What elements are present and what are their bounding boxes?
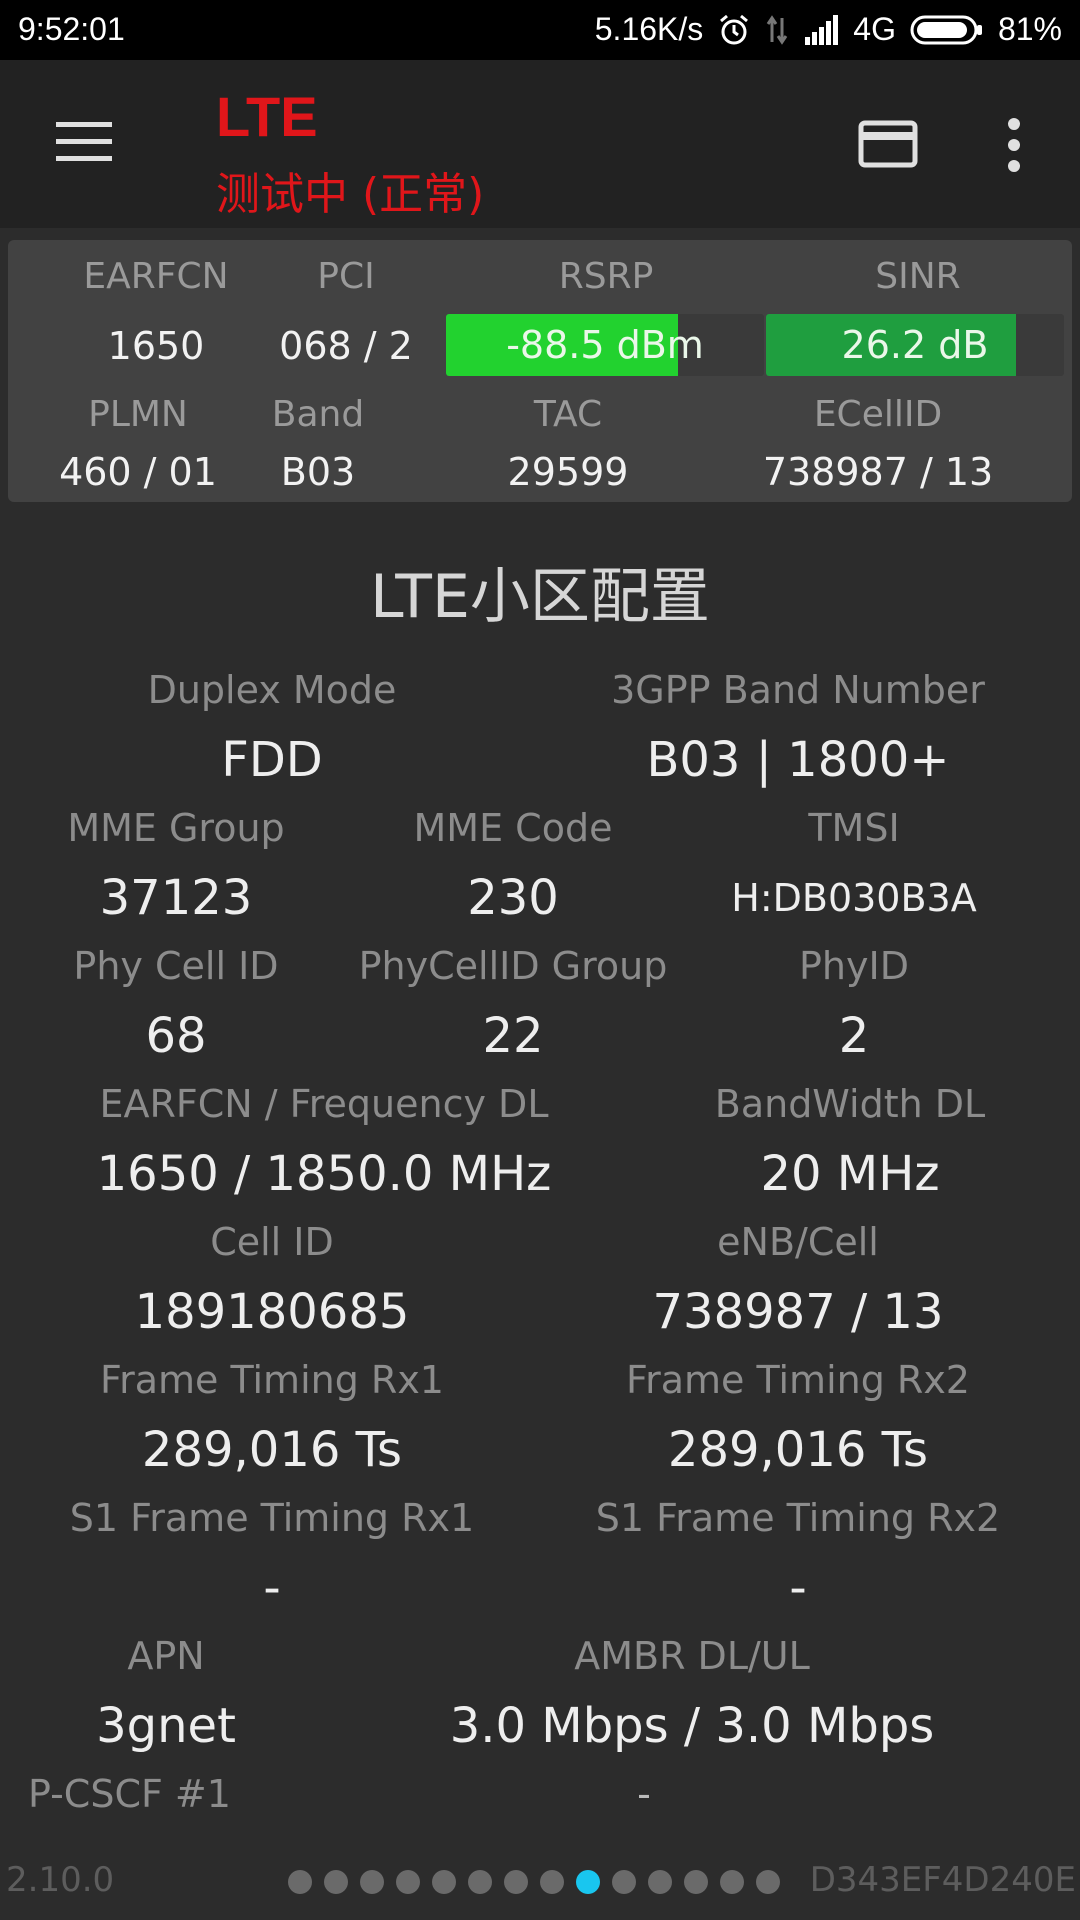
page-dot[interactable] (324, 1870, 348, 1894)
pci-value: 068 / 2 (279, 324, 413, 368)
phycellid-group-label: PhyCellID Group (358, 944, 668, 988)
net-speed: 5.16K/s (594, 11, 704, 47)
cell-id-label: Cell ID (210, 1220, 334, 1264)
s1-frame-timing-rx1-label: S1 Frame Timing Rx1 (69, 1496, 475, 1540)
alarm-icon (717, 13, 751, 47)
page-dot[interactable] (396, 1870, 420, 1894)
mme-group-value: 37123 (99, 870, 253, 926)
app-title: LTE (216, 85, 318, 148)
page-dot[interactable] (540, 1870, 564, 1894)
plmn-label: PLMN (88, 394, 188, 435)
more-vert-icon[interactable] (1000, 118, 1028, 174)
earfcn-freq-dl-value: 1650 / 1850.0 MHz (96, 1146, 552, 1202)
mme-code-label: MME Code (413, 806, 613, 850)
page-indicator[interactable] (288, 1870, 780, 1894)
page-dot[interactable] (612, 1870, 636, 1894)
frame-timing-rx1-label: Frame Timing Rx1 (99, 1358, 444, 1402)
page-dot[interactable] (720, 1870, 744, 1894)
summary-panel: EARFCN PCI RSRP SINR 1650 068 / 2 -88.5 … (8, 240, 1072, 502)
bandwidth-dl-label: BandWidth DL (714, 1082, 986, 1126)
version-label: 2.10.0 (6, 1860, 115, 1900)
earfcn-freq-dl-label: EARFCN / Frequency DL (99, 1082, 549, 1126)
sim-card-icon[interactable] (858, 120, 918, 168)
earfcn-label: EARFCN (83, 256, 229, 297)
bandwidth-dl-value: 20 MHz (760, 1146, 940, 1202)
apn-label: APN (127, 1634, 205, 1678)
section-title: LTE小区配置 (370, 562, 710, 632)
band-number-label: 3GPP Band Number (611, 668, 985, 712)
mme-code-value: 230 (467, 870, 559, 926)
tac-label: TAC (533, 394, 603, 435)
menu-icon[interactable] (56, 122, 112, 162)
signal-icon (803, 14, 839, 45)
pci-label: PCI (317, 256, 375, 297)
page-dot[interactable] (576, 1870, 600, 1894)
s1-frame-timing-rx2-value: - (789, 1560, 807, 1616)
frame-timing-rx2-label: Frame Timing Rx2 (625, 1358, 970, 1402)
data-transfer-icon (765, 14, 789, 46)
sinr-meter: 26.2 dB (766, 314, 1064, 376)
app-subtitle: 测试中 (正常) (216, 169, 485, 220)
battery-percent: 81% (997, 11, 1062, 47)
phycellid-group-value: 22 (482, 1008, 544, 1064)
page-dot[interactable] (468, 1870, 492, 1894)
phy-cell-id-label: Phy Cell ID (73, 944, 279, 988)
page-dot[interactable] (504, 1870, 528, 1894)
band-number-value: B03 | 1800+ (646, 732, 950, 788)
page-dot[interactable] (756, 1870, 780, 1894)
device-id-label: D343EF4D240E (809, 1860, 1076, 1900)
battery-icon (910, 14, 984, 46)
page-dot[interactable] (360, 1870, 384, 1894)
enb-cell-value: 738987 / 13 (652, 1284, 944, 1340)
ambr-value: 3.0 Mbps / 3.0 Mbps (449, 1698, 935, 1754)
app-bar: LTE 测试中 (正常) (0, 60, 1080, 228)
s1-frame-timing-rx2-label: S1 Frame Timing Rx2 (595, 1496, 1001, 1540)
duplex-mode-value: FDD (221, 732, 323, 788)
frame-timing-rx1-value: 289,016 Ts (141, 1422, 403, 1478)
frame-timing-rx2-value: 289,016 Ts (667, 1422, 929, 1478)
tmsi-label: TMSI (808, 806, 900, 850)
enb-cell-label: eNB/Cell (717, 1220, 879, 1264)
ecellid-label: ECellID (813, 394, 943, 435)
status-bar: 9:52:01 5.16K/s 4G 81% (0, 0, 1080, 60)
plmn-value: 460 / 01 (59, 450, 217, 494)
earfcn-value: 1650 (107, 324, 205, 368)
sinr-value: 26.2 dB (841, 323, 989, 367)
page-dot[interactable] (288, 1870, 312, 1894)
s1-frame-timing-rx1-value: - (263, 1560, 281, 1616)
mme-group-label: MME Group (67, 806, 285, 850)
band-value: B03 (280, 450, 356, 494)
rsrp-label: RSRP (558, 256, 654, 297)
rsrp-value: -88.5 dBm (506, 323, 704, 367)
cell-id-value: 189180685 (134, 1284, 410, 1340)
rsrp-meter: -88.5 dBm (446, 314, 764, 376)
page-dot[interactable] (432, 1870, 456, 1894)
pcscf1-value: - (637, 1772, 651, 1816)
ambr-label: AMBR DL/UL (574, 1634, 810, 1678)
ecellid-value: 738987 / 13 (762, 450, 994, 494)
sinr-label: SINR (875, 256, 961, 297)
apn-value: 3gnet (96, 1698, 236, 1754)
page-dot[interactable] (648, 1870, 672, 1894)
pcscf1-label: P-CSCF #1 (28, 1772, 231, 1816)
tmsi-value: H:DB030B3A (731, 876, 977, 920)
page-dot[interactable] (684, 1870, 708, 1894)
phyid-label: PhyID (799, 944, 909, 988)
phyid-value: 2 (838, 1008, 870, 1064)
duplex-mode-label: Duplex Mode (147, 668, 397, 712)
band-label: Band (271, 394, 365, 435)
network-type: 4G (853, 11, 896, 47)
status-time: 9:52:01 (18, 11, 125, 47)
phy-cell-id-value: 68 (145, 1008, 207, 1064)
tac-value: 29599 (507, 450, 629, 494)
